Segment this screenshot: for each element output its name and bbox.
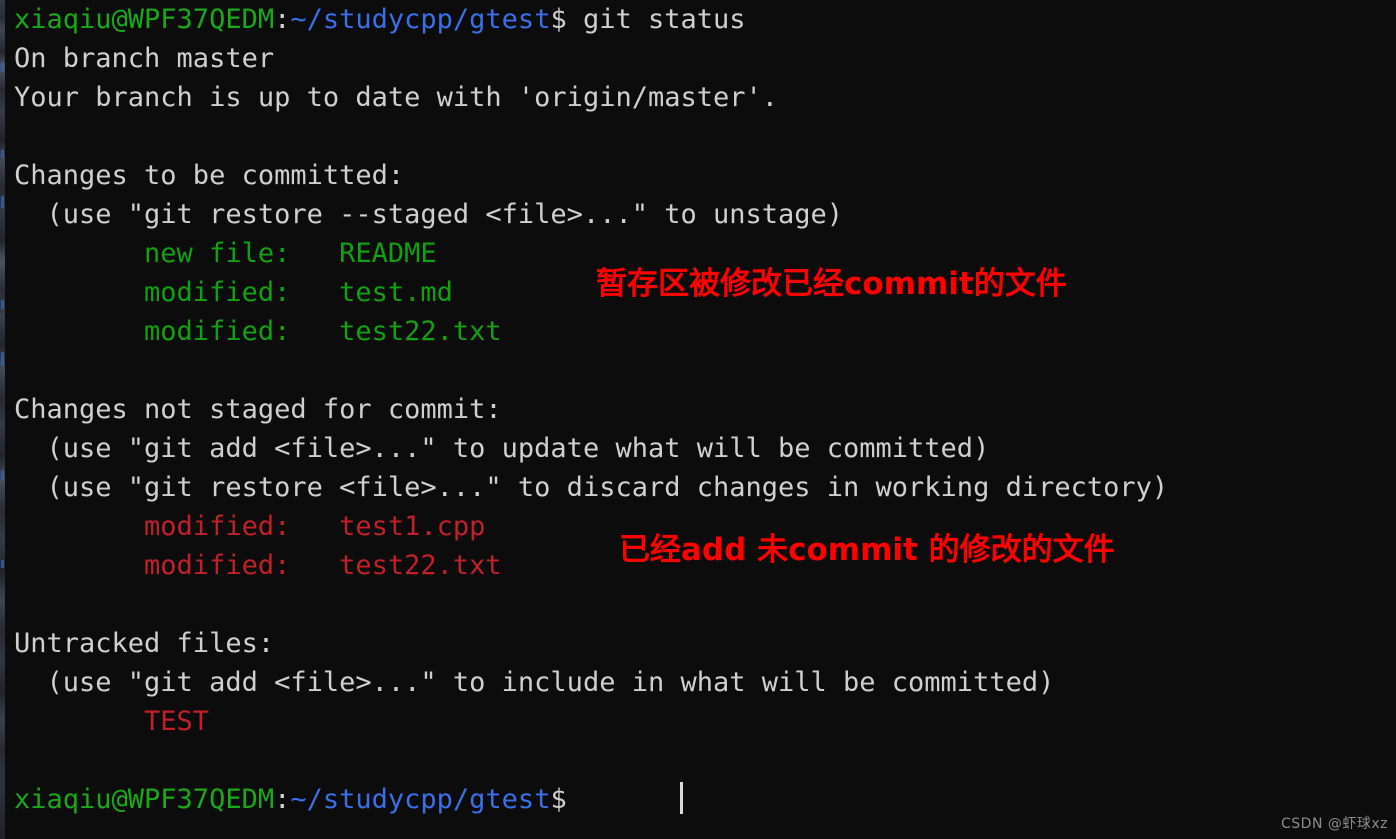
branch-line: On branch master — [14, 43, 275, 74]
unstaged-file-row: modified: test1.cpp — [14, 507, 485, 546]
untracked-header: Untracked files: — [14, 628, 275, 659]
unstaged-file-name: test1.cpp — [339, 511, 486, 542]
staged-file-name: test22.txt — [339, 316, 502, 347]
watermark: CSDN @虾球xz — [1281, 816, 1388, 832]
terminal-screenshot: xiaqiu@WPF37QEDM:~/studycpp/gtest$ git s… — [0, 0, 1396, 839]
prompt-line-final: xiaqiu@WPF37QEDM:~/studycpp/gtest$ — [14, 780, 567, 819]
unstaged-file-status: modified: — [14, 550, 340, 581]
prompt-separator: : — [274, 784, 291, 815]
terminal-output[interactable]: xiaqiu@WPF37QEDM:~/studycpp/gtest$ git s… — [0, 0, 1396, 839]
prompt-line-command: xiaqiu@WPF37QEDM:~/studycpp/gtest$ git s… — [14, 0, 746, 39]
staged-header: Changes to be committed: — [14, 160, 405, 191]
annotation-unstaged: 已经add 未commit 的修改的文件 — [619, 532, 1115, 568]
unstaged-hint-1: (use "git add <file>..." to update what … — [14, 433, 990, 464]
staged-file-name: README — [339, 238, 437, 269]
prompt-separator: : — [274, 4, 291, 35]
prompt-path: ~/studycpp/gtest — [290, 784, 551, 815]
command-text: git status — [566, 4, 746, 35]
untracked-file-row: TEST — [14, 706, 210, 737]
staged-file-name: test.md — [339, 277, 453, 308]
staged-file-row: new file: README — [14, 234, 437, 273]
unstaged-header: Changes not staged for commit: — [14, 394, 502, 425]
untracked-hint: (use "git add <file>..." to include in w… — [14, 667, 1055, 698]
prompt-dollar: $ — [550, 784, 567, 815]
text-cursor[interactable] — [680, 782, 683, 814]
prompt-dollar: $ — [550, 4, 567, 35]
staged-hint: (use "git restore --staged <file>..." to… — [14, 199, 844, 230]
unstaged-file-status: modified: — [14, 511, 340, 542]
staged-file-row: modified: test22.txt — [14, 312, 502, 351]
unstaged-file-row: modified: test22.txt — [14, 546, 502, 585]
staged-file-status: new file: — [14, 238, 340, 269]
annotation-staged: 暂存区被修改已经commit的文件 — [596, 266, 1067, 302]
staged-file-row: modified: test.md — [14, 273, 453, 312]
prompt-user-host: xiaqiu@WPF37QEDM — [14, 4, 275, 35]
prompt-path: ~/studycpp/gtest — [290, 4, 551, 35]
staged-file-status: modified: — [14, 277, 340, 308]
unstaged-hint-2: (use "git restore <file>..." to discard … — [14, 472, 1169, 503]
tracking-line: Your branch is up to date with 'origin/m… — [14, 82, 779, 113]
unstaged-file-name: test22.txt — [339, 550, 502, 581]
staged-file-status: modified: — [14, 316, 340, 347]
prompt-user-host: xiaqiu@WPF37QEDM — [14, 784, 275, 815]
